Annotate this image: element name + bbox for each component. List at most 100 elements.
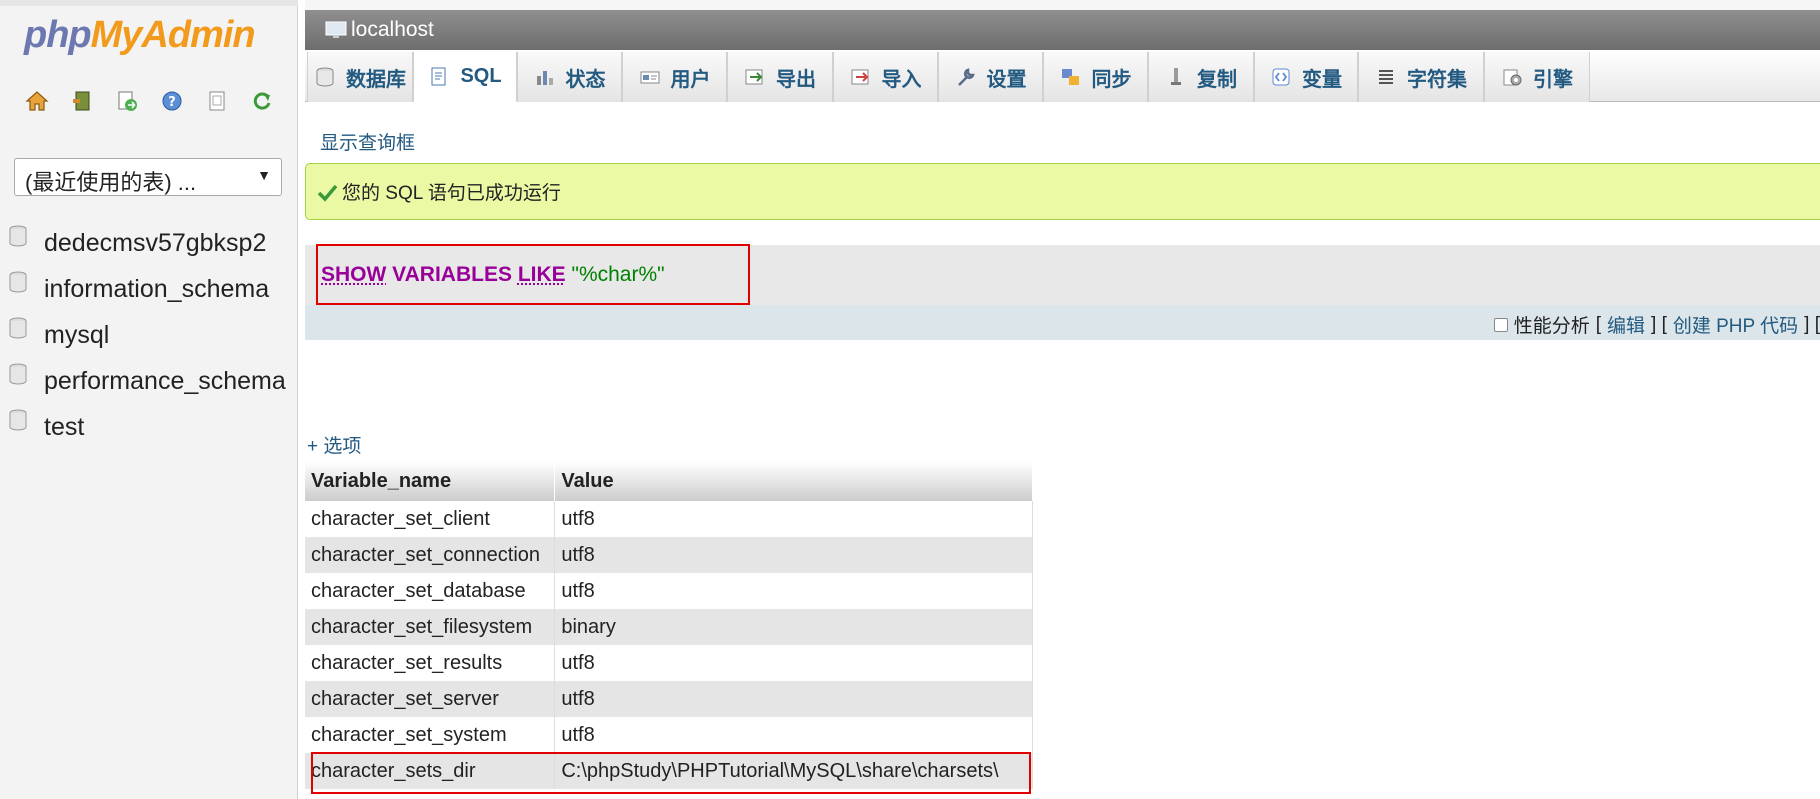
server-breadcrumb: localhost xyxy=(305,10,1820,50)
server-name-link[interactable]: localhost xyxy=(351,18,434,42)
database-list: dedecmsv57gbksp2 information_schema mysq… xyxy=(8,220,286,450)
phpmyadmin-logo[interactable]: phpMyAdmin xyxy=(24,14,256,57)
status-icon xyxy=(536,71,553,85)
recent-tables-select[interactable]: (最近使用的表) ... ▼ xyxy=(14,158,282,196)
tab-label: SQL xyxy=(460,65,502,87)
tab-label: 引擎 xyxy=(1533,68,1573,91)
tab-import[interactable]: 导入 xyxy=(833,52,938,102)
tab-charsets[interactable]: 字符集 xyxy=(1358,52,1484,102)
table-row[interactable]: character_set_client utf8 xyxy=(305,501,1033,537)
database-icon xyxy=(9,363,27,385)
sync-icon xyxy=(1061,69,1079,85)
phpmyadmin-window: phpMyAdmin ? (最近使用的表) ... ▼ dedecmsv57gb… xyxy=(0,0,1820,799)
tab-label: 设置 xyxy=(986,68,1027,91)
cell-value: utf8 xyxy=(554,573,1033,609)
tab-variables[interactable]: 变量 xyxy=(1254,52,1358,102)
recent-tables-value: (最近使用的表) ... xyxy=(25,170,197,195)
bracket-open: [ xyxy=(1595,313,1601,335)
logo-text-myadmin: MyAdmin xyxy=(90,14,256,56)
sql-footer-actions: 性能分析 [ 编辑 ] [ 创建 PHP 代码 ] [ xyxy=(1493,311,1820,338)
main-panel: localhost 数据库 SQL 状态 用户 导出 导入 设置 同步 复制 变… xyxy=(305,0,1820,799)
cell-value: utf8 xyxy=(554,681,1033,717)
help-icon[interactable]: ? xyxy=(159,88,185,114)
database-item-information-schema[interactable]: information_schema xyxy=(8,266,286,312)
sql-icon xyxy=(431,67,446,85)
nav-top-rule xyxy=(0,0,298,6)
cell-variable-name: character_set_client xyxy=(305,501,556,537)
database-item-dedecmsv57gbksp2[interactable]: dedecmsv57gbksp2 xyxy=(8,220,286,266)
results-header-row: Variable_name Value xyxy=(305,462,1033,501)
cell-variable-name: character_set_filesystem xyxy=(305,609,556,645)
database-item-performance-schema[interactable]: performance_schema xyxy=(8,358,286,404)
svg-text:?: ? xyxy=(168,95,176,110)
navigation-panel: phpMyAdmin ? (最近使用的表) ... ▼ dedecmsv57gb… xyxy=(0,0,298,799)
tab-sql[interactable]: SQL xyxy=(413,52,517,102)
users-icon xyxy=(640,71,659,84)
reload-icon[interactable] xyxy=(249,88,275,114)
database-item-test[interactable]: test xyxy=(8,404,286,450)
engine-icon xyxy=(1503,69,1522,86)
column-header-variable-name[interactable]: Variable_name xyxy=(305,462,556,501)
sql-query-footer: 性能分析 [ 编辑 ] [ 创建 PHP 代码 ] [ xyxy=(305,305,1820,340)
column-header-value[interactable]: Value xyxy=(554,462,1033,501)
tab-replication[interactable]: 复制 xyxy=(1148,52,1254,102)
table-row[interactable]: character_set_results utf8 xyxy=(305,645,1033,681)
cell-variable-name: character_set_results xyxy=(305,645,556,681)
tab-engines[interactable]: 引擎 xyxy=(1484,52,1590,102)
replication-icon xyxy=(1171,68,1181,85)
tab-users[interactable]: 用户 xyxy=(622,52,727,102)
sql-highlight-box xyxy=(316,244,750,305)
options-link[interactable]: + 选项 xyxy=(307,431,361,458)
tab-status[interactable]: 状态 xyxy=(517,52,622,102)
table-row[interactable]: character_set_filesystem binary xyxy=(305,609,1033,645)
cell-variable-name: character_set_connection xyxy=(305,537,556,573)
show-query-box-link[interactable]: 显示查询框 xyxy=(320,128,415,155)
cell-variable-name: character_set_server xyxy=(305,681,556,717)
tab-export[interactable]: 导出 xyxy=(727,52,833,102)
database-item-mysql[interactable]: mysql xyxy=(8,312,286,358)
docs-icon[interactable] xyxy=(204,88,230,114)
tab-label: 导出 xyxy=(776,68,816,91)
bracket-separator: ] [ xyxy=(1651,313,1667,335)
profiling-checkbox[interactable] xyxy=(1493,317,1508,332)
edit-link[interactable]: 编辑 xyxy=(1607,311,1645,338)
database-name: performance_schema xyxy=(44,366,286,395)
logo-text-php: php xyxy=(24,14,92,56)
tab-settings[interactable]: 设置 xyxy=(938,52,1043,102)
cell-value: utf8 xyxy=(554,645,1033,681)
cell-variable-name: character_set_database xyxy=(305,573,556,609)
tab-label: 同步 xyxy=(1091,68,1132,91)
bracket-close: ] [ xyxy=(1804,313,1820,335)
database-name: mysql xyxy=(44,320,110,349)
tab-sync[interactable]: 同步 xyxy=(1043,52,1148,102)
variables-icon xyxy=(1272,68,1290,86)
database-icon xyxy=(9,409,27,431)
tab-label: 用户 xyxy=(670,68,711,91)
table-row[interactable]: character_set_system utf8 xyxy=(305,717,1033,753)
profiling-label: 性能分析 xyxy=(1513,316,1590,337)
database-icon xyxy=(9,225,27,247)
tab-label: 复制 xyxy=(1197,68,1237,91)
tab-databases[interactable]: 数据库 xyxy=(307,52,413,102)
row-highlight-box xyxy=(311,752,1031,794)
tab-bar: 数据库 SQL 状态 用户 导出 导入 设置 同步 复制 变量 字符集 引擎 xyxy=(305,50,1820,102)
cell-value: utf8 xyxy=(554,537,1033,573)
top-strip xyxy=(305,0,1820,10)
tab-label: 导入 xyxy=(881,68,922,91)
table-row[interactable]: character_set_database utf8 xyxy=(305,573,1033,609)
success-text: 您的 SQL 语句已成功运行 xyxy=(342,183,561,204)
sql-query-icon[interactable] xyxy=(114,88,140,114)
home-icon[interactable] xyxy=(24,88,50,114)
table-row[interactable]: character_set_server utf8 xyxy=(305,681,1033,717)
cell-value: binary xyxy=(554,609,1033,645)
database-name: information_schema xyxy=(44,274,270,303)
export-icon xyxy=(745,69,763,85)
tab-label: 字符集 xyxy=(1407,68,1467,91)
cell-value: utf8 xyxy=(554,717,1033,753)
tab-label: 数据库 xyxy=(346,68,406,91)
create-php-code-link[interactable]: 创建 PHP 代码 xyxy=(1673,311,1798,338)
exit-icon[interactable] xyxy=(69,88,95,114)
table-row[interactable]: character_set_connection utf8 xyxy=(305,537,1033,573)
charset-icon xyxy=(1379,70,1393,84)
nav-icon-bar: ? xyxy=(24,88,275,114)
